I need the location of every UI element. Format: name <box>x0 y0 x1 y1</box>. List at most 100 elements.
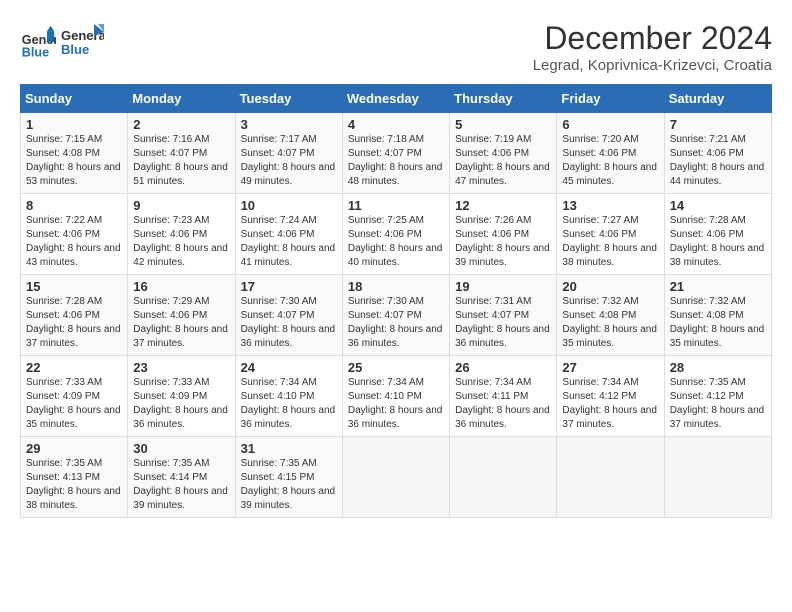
day-number: 13 <box>562 198 658 213</box>
weekday-header-friday: Friday <box>557 85 664 113</box>
day-cell: 29 Sunrise: 7:35 AM Sunset: 4:13 PM Dayl… <box>21 437 128 518</box>
day-number: 31 <box>241 441 337 456</box>
day-cell: 7 Sunrise: 7:21 AM Sunset: 4:06 PM Dayli… <box>664 113 771 194</box>
day-number: 14 <box>670 198 766 213</box>
day-cell: 20 Sunrise: 7:32 AM Sunset: 4:08 PM Dayl… <box>557 275 664 356</box>
general-blue-logo-icon: General Blue <box>20 24 56 60</box>
day-info: Sunrise: 7:24 AM Sunset: 4:06 PM Dayligh… <box>241 214 337 270</box>
title-area: December 2024 Legrad, Koprivnica-Krizevc… <box>533 20 772 74</box>
day-info: Sunrise: 7:30 AM Sunset: 4:07 PM Dayligh… <box>241 295 337 351</box>
week-row-5: 29 Sunrise: 7:35 AM Sunset: 4:13 PM Dayl… <box>21 437 772 518</box>
day-info: Sunrise: 7:29 AM Sunset: 4:06 PM Dayligh… <box>133 295 229 351</box>
day-info: Sunrise: 7:32 AM Sunset: 4:08 PM Dayligh… <box>670 295 766 351</box>
day-info: Sunrise: 7:19 AM Sunset: 4:06 PM Dayligh… <box>455 133 551 189</box>
day-cell: 30 Sunrise: 7:35 AM Sunset: 4:14 PM Dayl… <box>128 437 235 518</box>
day-cell: 1 Sunrise: 7:15 AM Sunset: 4:08 PM Dayli… <box>21 113 128 194</box>
day-info: Sunrise: 7:17 AM Sunset: 4:07 PM Dayligh… <box>241 133 337 189</box>
day-number: 8 <box>26 198 122 213</box>
weekday-header-monday: Monday <box>128 85 235 113</box>
day-cell <box>557 437 664 518</box>
week-row-1: 1 Sunrise: 7:15 AM Sunset: 4:08 PM Dayli… <box>21 113 772 194</box>
svg-text:Blue: Blue <box>61 42 89 57</box>
day-info: Sunrise: 7:27 AM Sunset: 4:06 PM Dayligh… <box>562 214 658 270</box>
day-number: 25 <box>348 360 444 375</box>
week-row-3: 15 Sunrise: 7:28 AM Sunset: 4:06 PM Dayl… <box>21 275 772 356</box>
weekday-header-row: SundayMondayTuesdayWednesdayThursdayFrid… <box>21 85 772 113</box>
day-number: 26 <box>455 360 551 375</box>
day-number: 11 <box>348 198 444 213</box>
weekday-header-sunday: Sunday <box>21 85 128 113</box>
day-cell: 14 Sunrise: 7:28 AM Sunset: 4:06 PM Dayl… <box>664 194 771 275</box>
day-number: 6 <box>562 117 658 132</box>
logo-bird-icon: General Blue <box>60 20 104 64</box>
day-number: 4 <box>348 117 444 132</box>
day-cell: 5 Sunrise: 7:19 AM Sunset: 4:06 PM Dayli… <box>450 113 557 194</box>
day-info: Sunrise: 7:30 AM Sunset: 4:07 PM Dayligh… <box>348 295 444 351</box>
day-cell: 8 Sunrise: 7:22 AM Sunset: 4:06 PM Dayli… <box>21 194 128 275</box>
day-cell <box>342 437 449 518</box>
day-info: Sunrise: 7:32 AM Sunset: 4:08 PM Dayligh… <box>562 295 658 351</box>
day-cell: 31 Sunrise: 7:35 AM Sunset: 4:15 PM Dayl… <box>235 437 342 518</box>
day-info: Sunrise: 7:22 AM Sunset: 4:06 PM Dayligh… <box>26 214 122 270</box>
day-cell: 21 Sunrise: 7:32 AM Sunset: 4:08 PM Dayl… <box>664 275 771 356</box>
day-number: 16 <box>133 279 229 294</box>
day-cell <box>664 437 771 518</box>
day-info: Sunrise: 7:33 AM Sunset: 4:09 PM Dayligh… <box>26 376 122 432</box>
day-number: 10 <box>241 198 337 213</box>
day-number: 1 <box>26 117 122 132</box>
day-info: Sunrise: 7:20 AM Sunset: 4:06 PM Dayligh… <box>562 133 658 189</box>
day-cell: 11 Sunrise: 7:25 AM Sunset: 4:06 PM Dayl… <box>342 194 449 275</box>
day-cell: 22 Sunrise: 7:33 AM Sunset: 4:09 PM Dayl… <box>21 356 128 437</box>
day-cell: 2 Sunrise: 7:16 AM Sunset: 4:07 PM Dayli… <box>128 113 235 194</box>
day-cell: 15 Sunrise: 7:28 AM Sunset: 4:06 PM Dayl… <box>21 275 128 356</box>
day-number: 17 <box>241 279 337 294</box>
day-cell: 9 Sunrise: 7:23 AM Sunset: 4:06 PM Dayli… <box>128 194 235 275</box>
day-number: 18 <box>348 279 444 294</box>
day-number: 29 <box>26 441 122 456</box>
day-info: Sunrise: 7:15 AM Sunset: 4:08 PM Dayligh… <box>26 133 122 189</box>
day-number: 15 <box>26 279 122 294</box>
day-cell: 18 Sunrise: 7:30 AM Sunset: 4:07 PM Dayl… <box>342 275 449 356</box>
day-number: 12 <box>455 198 551 213</box>
day-cell: 25 Sunrise: 7:34 AM Sunset: 4:10 PM Dayl… <box>342 356 449 437</box>
month-title: December 2024 <box>533 20 772 57</box>
day-number: 27 <box>562 360 658 375</box>
weekday-header-wednesday: Wednesday <box>342 85 449 113</box>
day-info: Sunrise: 7:35 AM Sunset: 4:13 PM Dayligh… <box>26 457 122 513</box>
day-info: Sunrise: 7:34 AM Sunset: 4:10 PM Dayligh… <box>241 376 337 432</box>
day-info: Sunrise: 7:34 AM Sunset: 4:12 PM Dayligh… <box>562 376 658 432</box>
day-number: 20 <box>562 279 658 294</box>
day-info: Sunrise: 7:35 AM Sunset: 4:15 PM Dayligh… <box>241 457 337 513</box>
weekday-header-saturday: Saturday <box>664 85 771 113</box>
day-info: Sunrise: 7:34 AM Sunset: 4:11 PM Dayligh… <box>455 376 551 432</box>
day-info: Sunrise: 7:28 AM Sunset: 4:06 PM Dayligh… <box>670 214 766 270</box>
page-header: General Blue General Blue December 2024 … <box>20 20 772 74</box>
week-row-4: 22 Sunrise: 7:33 AM Sunset: 4:09 PM Dayl… <box>21 356 772 437</box>
week-row-2: 8 Sunrise: 7:22 AM Sunset: 4:06 PM Dayli… <box>21 194 772 275</box>
day-cell: 6 Sunrise: 7:20 AM Sunset: 4:06 PM Dayli… <box>557 113 664 194</box>
day-cell: 17 Sunrise: 7:30 AM Sunset: 4:07 PM Dayl… <box>235 275 342 356</box>
day-info: Sunrise: 7:28 AM Sunset: 4:06 PM Dayligh… <box>26 295 122 351</box>
day-info: Sunrise: 7:33 AM Sunset: 4:09 PM Dayligh… <box>133 376 229 432</box>
day-cell: 12 Sunrise: 7:26 AM Sunset: 4:06 PM Dayl… <box>450 194 557 275</box>
weekday-header-thursday: Thursday <box>450 85 557 113</box>
day-cell: 24 Sunrise: 7:34 AM Sunset: 4:10 PM Dayl… <box>235 356 342 437</box>
svg-text:Blue: Blue <box>22 45 49 59</box>
day-cell: 28 Sunrise: 7:35 AM Sunset: 4:12 PM Dayl… <box>664 356 771 437</box>
day-cell: 27 Sunrise: 7:34 AM Sunset: 4:12 PM Dayl… <box>557 356 664 437</box>
day-cell: 13 Sunrise: 7:27 AM Sunset: 4:06 PM Dayl… <box>557 194 664 275</box>
day-number: 23 <box>133 360 229 375</box>
day-info: Sunrise: 7:16 AM Sunset: 4:07 PM Dayligh… <box>133 133 229 189</box>
day-info: Sunrise: 7:21 AM Sunset: 4:06 PM Dayligh… <box>670 133 766 189</box>
day-number: 7 <box>670 117 766 132</box>
day-number: 2 <box>133 117 229 132</box>
day-number: 19 <box>455 279 551 294</box>
day-info: Sunrise: 7:35 AM Sunset: 4:14 PM Dayligh… <box>133 457 229 513</box>
day-info: Sunrise: 7:18 AM Sunset: 4:07 PM Dayligh… <box>348 133 444 189</box>
day-number: 9 <box>133 198 229 213</box>
day-cell: 3 Sunrise: 7:17 AM Sunset: 4:07 PM Dayli… <box>235 113 342 194</box>
day-number: 28 <box>670 360 766 375</box>
day-number: 3 <box>241 117 337 132</box>
day-cell: 10 Sunrise: 7:24 AM Sunset: 4:06 PM Dayl… <box>235 194 342 275</box>
day-cell: 16 Sunrise: 7:29 AM Sunset: 4:06 PM Dayl… <box>128 275 235 356</box>
